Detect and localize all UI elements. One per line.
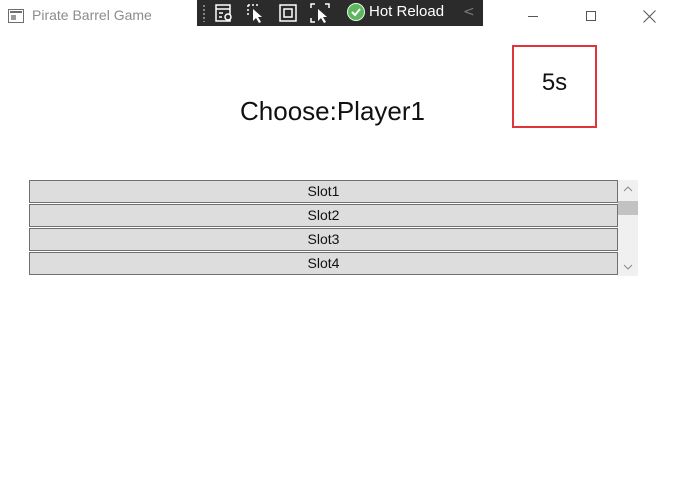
scroll-down-icon[interactable] xyxy=(618,258,638,276)
minimize-icon xyxy=(528,16,538,17)
player-prompt: Choose:Player1 xyxy=(240,96,425,126)
slot-button-3[interactable]: Slot3 xyxy=(29,228,618,251)
maximize-button[interactable] xyxy=(568,0,614,33)
title-bar: Pirate Barrel Game Hot Reload < xyxy=(0,0,678,33)
slot-button-1[interactable]: Slot1 xyxy=(29,180,618,203)
slot-button-2[interactable]: Slot2 xyxy=(29,204,618,227)
track-focus-icon[interactable] xyxy=(309,2,331,24)
countdown-timer: 5s xyxy=(512,45,597,128)
minimize-button[interactable] xyxy=(510,0,556,33)
slot-button-4[interactable]: Slot4 xyxy=(29,252,618,275)
hot-reload-check-icon xyxy=(347,3,365,21)
close-button[interactable] xyxy=(626,0,672,33)
window-title: Pirate Barrel Game xyxy=(32,7,152,23)
display-layout-adorners-icon[interactable] xyxy=(277,2,299,24)
app-window-icon xyxy=(8,9,24,23)
collapse-toolbar-icon[interactable]: < xyxy=(463,4,475,20)
live-visual-tree-icon[interactable] xyxy=(213,2,235,24)
close-icon xyxy=(643,10,656,23)
scroll-up-icon[interactable] xyxy=(618,180,638,198)
toolbar-grip-icon[interactable] xyxy=(202,4,206,22)
hot-reload-label[interactable]: Hot Reload xyxy=(369,3,444,20)
timer-value: 5s xyxy=(541,69,568,96)
hot-reload-toolbar: Hot Reload < xyxy=(197,0,483,26)
vertical-scrollbar[interactable] xyxy=(618,180,638,276)
maximize-icon xyxy=(586,11,596,21)
select-element-icon[interactable] xyxy=(245,2,267,24)
slot-list: Slot1 Slot2 Slot3 Slot4 xyxy=(29,180,638,276)
scroll-thumb[interactable] xyxy=(618,201,638,215)
